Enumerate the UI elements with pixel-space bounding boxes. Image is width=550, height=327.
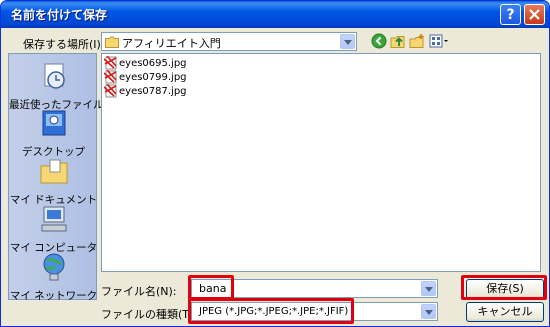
- filename-input[interactable]: bana: [191, 279, 438, 298]
- window-title: 名前を付けて保存: [11, 8, 108, 22]
- recent-icon: [44, 63, 65, 89]
- my-documents-icon: [40, 159, 67, 184]
- new-folder-icon[interactable]: [409, 33, 425, 49]
- close-button[interactable]: [524, 4, 545, 25]
- list-item[interactable]: eyes0695.jpg: [104, 56, 187, 70]
- file-list[interactable]: eyes0695.jpg eyes0799.jpg eyes0787.jpg: [101, 53, 541, 272]
- places-item-desktop[interactable]: デスクトップ: [9, 107, 98, 159]
- places-item-my-documents[interactable]: マイ ドキュメント: [9, 155, 98, 207]
- file-name: eyes0799.jpg: [119, 71, 187, 83]
- places-item-my-network[interactable]: マイ ネットワーク: [9, 251, 98, 303]
- jpg-file-icon: [104, 56, 117, 70]
- file-name: eyes0787.jpg: [119, 85, 187, 97]
- places-bar: 最近使ったファイル デスクトップ マイ ドキュメント マイ コンピュータ マイ …: [8, 53, 104, 303]
- jpg-file-icon: [104, 70, 117, 84]
- up-folder-icon[interactable]: [390, 33, 406, 49]
- filename-label: ファイル名(N):: [101, 285, 177, 298]
- help-button[interactable]: ?: [500, 4, 521, 25]
- close-icon: [529, 9, 540, 20]
- save-as-dialog: 名前を付けて保存 ? 保存する場所(I): アフィリエイト入門 最近使ったファイ…: [0, 0, 550, 327]
- list-item[interactable]: eyes0799.jpg: [104, 70, 187, 84]
- chevron-down-icon[interactable]: [421, 281, 436, 296]
- list-item[interactable]: eyes0787.jpg: [104, 84, 187, 98]
- chevron-down-icon[interactable]: [340, 34, 355, 49]
- my-network-icon: [43, 253, 64, 281]
- chevron-down-icon[interactable]: [421, 304, 436, 319]
- filetype-select[interactable]: JPEG (*.JPG;*.JPEG;*.JPE;*.JFIF): [191, 302, 438, 321]
- filetype-label: ファイルの種類(T):: [101, 308, 198, 321]
- places-item-my-computer[interactable]: マイ コンピュータ: [9, 203, 98, 255]
- desktop-icon: [42, 110, 65, 136]
- my-computer-icon: [41, 206, 66, 232]
- filetype-value: JPEG (*.JPG;*.JPEG;*.JPE;*.JFIF): [199, 306, 349, 317]
- save-button[interactable]: 保存(S): [466, 279, 544, 299]
- location-label: 保存する場所(I):: [23, 38, 105, 51]
- file-name: eyes0695.jpg: [119, 57, 187, 69]
- title-bar[interactable]: 名前を付けて保存 ?: [1, 1, 549, 28]
- location-value: アフィリエイト入門: [122, 37, 221, 50]
- cancel-button[interactable]: キャンセル: [466, 302, 544, 322]
- places-item-recent[interactable]: 最近使ったファイル: [9, 60, 104, 112]
- view-menu-icon[interactable]: [429, 33, 449, 49]
- places-label: マイ ネットワーク: [9, 290, 98, 302]
- folder-icon: [105, 36, 119, 48]
- filename-value: bana: [199, 282, 227, 295]
- back-icon[interactable]: [371, 33, 387, 49]
- location-combo[interactable]: アフィリエイト入門: [101, 32, 357, 51]
- jpg-file-icon: [104, 84, 117, 98]
